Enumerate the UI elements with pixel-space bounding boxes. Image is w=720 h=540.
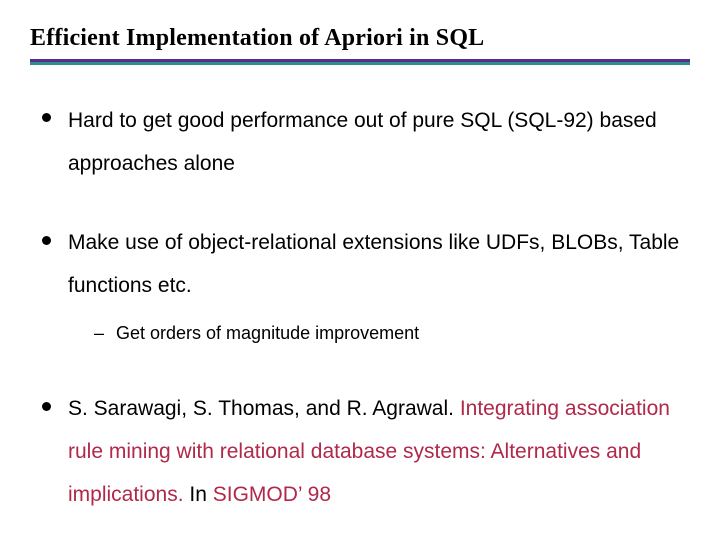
slide: Efficient Implementation of Apriori in S… bbox=[0, 0, 720, 540]
reference-in: In bbox=[189, 483, 212, 506]
bullet-item-2: Make use of object-relational extensions… bbox=[40, 221, 680, 351]
slide-body: Hard to get good performance out of pure… bbox=[30, 65, 690, 516]
bullet-item-1-text: Hard to get good performance out of pure… bbox=[68, 109, 657, 175]
reference-venue: SIGMOD’ 98 bbox=[213, 483, 331, 506]
slide-title: Efficient Implementation of Apriori in S… bbox=[30, 24, 690, 53]
sub-bullet-item-1: Get orders of magnitude improvement bbox=[94, 315, 680, 351]
bullet-item-1: Hard to get good performance out of pure… bbox=[40, 99, 680, 185]
sub-bullet-list: Get orders of magnitude improvement bbox=[68, 315, 680, 351]
reference-authors: S. Sarawagi, S. Thomas, and R. Agrawal. bbox=[68, 397, 460, 420]
bullet-item-3: S. Sarawagi, S. Thomas, and R. Agrawal. … bbox=[40, 387, 680, 516]
bullet-item-2-text: Make use of object-relational extensions… bbox=[68, 231, 679, 297]
bullet-list: Hard to get good performance out of pure… bbox=[40, 99, 680, 516]
sub-bullet-item-1-text: Get orders of magnitude improvement bbox=[116, 323, 419, 343]
